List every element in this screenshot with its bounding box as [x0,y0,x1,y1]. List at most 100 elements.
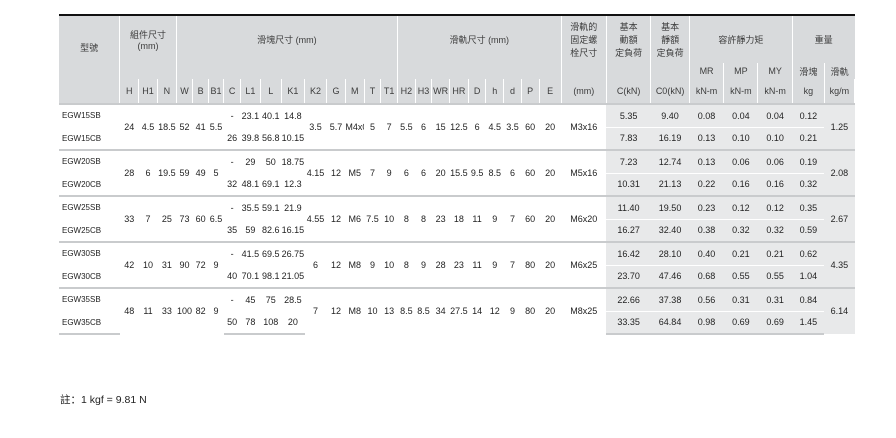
my-header: MY [757,63,793,79]
unit-cell: C(kN) [606,79,652,105]
cell-t1: 9 [380,149,398,197]
cell-c0kn: 21.13 [650,173,690,197]
assembly-header: 組件尺寸 (mm) [119,14,177,63]
cell-b1: 6.5 [208,195,224,243]
cell-l1: 70.1 [240,265,261,289]
model-name: EGW30CB [59,265,120,289]
cell-e: 20 [539,241,562,289]
cell-b: 82 [192,287,209,335]
cell-t1: 7 [380,103,398,151]
cell-c: 32 [223,173,241,197]
cell-d: 11 [468,195,486,243]
cell-n: 25 [157,195,177,243]
cell-mr: 0.68 [689,265,724,289]
cell-m: M5 [345,149,365,197]
unit-cell: HR [449,79,469,105]
cell-p: 80 [521,287,539,335]
cell-ckn: 16.42 [606,241,651,266]
cell-e: 20 [539,195,562,243]
cell-t: 7.5 [364,195,381,243]
cell-my: 0.10 [757,127,793,151]
cell-c: 50 [223,311,241,335]
cell-mp: 0.31 [723,287,758,312]
cell-h3: 6 [415,103,432,151]
cell-k1: 28.5 [281,287,305,312]
cell-k2: 7 [304,287,327,335]
cell-l1: 48.1 [240,173,261,197]
mr-header: MR [689,63,725,79]
cell-g: 12 [326,287,346,335]
footnote: 註：1 kgf = 9.81 N [60,394,147,406]
cell-mp: 0.12 [723,195,758,220]
cell-w: 73 [176,195,193,243]
cell-p: 80 [521,241,539,289]
cell-t: 9 [364,241,381,289]
unit-cell: D [468,79,487,105]
cell-b: 72 [192,241,209,289]
cell-c: - [223,241,241,266]
cell-k2: 3.5 [304,103,327,151]
cell-h: 8.5 [485,149,504,197]
unit-cell: H [119,79,140,105]
cell-d: 11 [468,241,486,289]
basic-static-header: 基本 靜額 定負荷 [650,14,690,79]
cell-h3: 9 [415,241,432,289]
unit-cell: K1 [281,79,306,105]
cell-k2: 6 [304,241,327,289]
cell-ckn: 10.31 [606,173,651,197]
cell-c0kn: 64.84 [650,311,690,335]
cell-d: 9 [503,287,522,335]
cell-t: 10 [364,287,381,335]
cell-k1: 18.75 [281,149,305,174]
cell-t1: 10 [380,241,398,289]
cell-rail-kgm: 6.14 [824,287,855,335]
cell-wr: 20 [431,149,450,197]
cell-hr: 27.5 [449,287,469,335]
table-row: EGW15SB 24 4.5 18.5 52 41 5.5-23.1 40.1 14.8 3.5 5… [59,103,855,151]
cell-rail-kgm: 2.08 [824,149,855,197]
cell-b1: 5.5 [208,103,224,151]
cell-w: 59 [176,149,193,197]
cell-k1: 26.75 [281,241,305,266]
cell-mp: 0.55 [723,265,758,289]
block-header: 滑塊尺寸 (mm) [176,14,399,63]
model-name: EGW25SB [59,195,120,220]
cell-h2: 5.5 [397,103,416,151]
cell-h: 9 [485,195,504,243]
model-name: EGW15CB [59,127,120,151]
cell-m: M8 [345,287,365,335]
mp-header: MP [723,63,759,79]
cell-wr: 34 [431,287,450,335]
cell-bolt: M5x16 [561,149,607,197]
cell-l1: 59 [240,219,261,243]
cell-kg: 0.84 [792,287,825,312]
cell-hr: 23 [449,241,469,289]
unit-cell: H1 [138,79,158,105]
model-name: EGW20CB [59,173,120,197]
cell-d: 14 [468,287,486,335]
cell-h3: 8.5 [415,287,432,335]
cell-l: 108 [260,311,282,335]
cell-my: 0.16 [757,173,793,197]
cell-l1: 78 [240,311,261,335]
cell-h: 33 [119,195,139,243]
cell-m: M6 [345,195,365,243]
cell-bolt: M3x16 [561,103,607,151]
cell-c0kn: 37.38 [650,287,690,312]
cell-ckn: 7.83 [606,127,651,151]
cell-h1: 10 [138,241,158,289]
unit-cell: kN-m [689,79,725,105]
unit-cell: H3 [415,79,433,105]
cell-my: 0.04 [757,103,793,128]
cell-t1: 10 [380,195,398,243]
cell-h2: 6 [397,149,416,197]
cell-l: 40.1 [260,103,282,128]
cell-t1: 13 [380,287,398,335]
cell-k1: 20 [281,311,305,335]
cell-kg: 0.32 [792,173,825,197]
cell-k2: 4.15 [304,149,327,197]
table-body: EGW15SB 24 4.5 18.5 52 41 5.5-23.1 40.1 14.8 3.5 5… [59,103,855,335]
cell-g: 12 [326,195,346,243]
cell-p: 60 [521,149,539,197]
cell-kg: 0.12 [792,103,825,128]
